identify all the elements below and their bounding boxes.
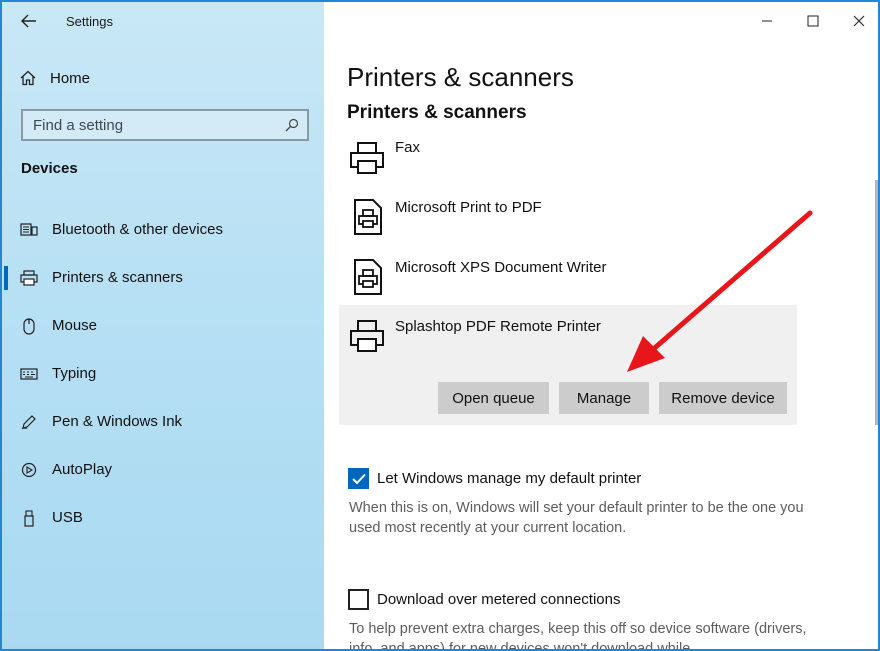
sidebar-item-label: AutoPlay	[52, 461, 113, 478]
sidebar-item-bluetooth[interactable]: Bluetooth & other devices	[2, 214, 324, 246]
mouse-icon	[20, 317, 38, 335]
sidebar: Settings Home Find a setting Devices Blu…	[2, 2, 324, 649]
sidebar-item-autoplay[interactable]: AutoPlay	[2, 454, 324, 486]
default-printer-checkbox-row[interactable]: Let Windows manage my default printer	[348, 468, 641, 489]
printer-name: Microsoft XPS Document Writer	[395, 259, 607, 276]
back-arrow-icon	[21, 14, 36, 28]
sidebar-item-label: Pen & Windows Ink	[52, 413, 183, 430]
open-queue-button[interactable]: Open queue	[438, 382, 549, 414]
section-heading: Printers & scanners	[347, 102, 527, 123]
sidebar-item-label: USB	[52, 509, 83, 526]
metered-label: Download over metered connections	[377, 591, 621, 608]
printer-name: Splashtop PDF Remote Printer	[395, 318, 601, 335]
scrollbar[interactable]	[875, 180, 878, 425]
close-button[interactable]	[836, 2, 878, 40]
default-printer-description: When this is on, Windows will set your d…	[349, 500, 804, 536]
content-pane: Printers & scanners Printers & scanners …	[324, 2, 878, 651]
title-bar: Settings	[2, 2, 324, 42]
printer-item-splashtop[interactable]: Splashtop PDF Remote Printer Open queue …	[339, 305, 797, 425]
sidebar-item-label: Printers & scanners	[52, 269, 183, 286]
printer-icon	[350, 142, 384, 174]
search-icon	[277, 118, 307, 132]
usb-icon	[20, 509, 38, 527]
sidebar-item-printers[interactable]: Printers & scanners	[2, 262, 324, 294]
checkmark-icon	[351, 473, 366, 484]
app-title: Settings	[66, 14, 113, 29]
bluetooth-devices-icon	[20, 221, 38, 239]
search-input[interactable]: Find a setting	[21, 109, 309, 141]
close-icon	[853, 15, 865, 27]
document-printer-icon	[354, 259, 382, 295]
printer-item-print-to-pdf[interactable]: Microsoft Print to PDF	[339, 193, 797, 253]
page-title: Printers & scanners	[347, 62, 574, 92]
printer-name: Fax	[395, 139, 421, 156]
printer-icon	[20, 269, 38, 287]
sidebar-item-label: Mouse	[52, 317, 98, 334]
maximize-button[interactable]	[790, 2, 836, 40]
printer-item-xps-writer[interactable]: Microsoft XPS Document Writer	[339, 253, 797, 313]
back-button[interactable]	[16, 10, 42, 32]
section-title: Devices	[21, 160, 78, 177]
metered-checkbox[interactable]	[348, 589, 369, 610]
sidebar-item-label: Bluetooth & other devices	[52, 221, 223, 238]
sidebar-item-usb[interactable]: USB	[2, 502, 324, 534]
home-label: Home	[50, 69, 91, 87]
metered-checkbox-row[interactable]: Download over metered connections	[348, 589, 620, 610]
remove-device-button[interactable]: Remove device	[659, 382, 787, 414]
sidebar-item-mouse[interactable]: Mouse	[2, 310, 324, 342]
printer-name: Microsoft Print to PDF	[395, 199, 542, 216]
window-controls	[744, 2, 878, 40]
search-placeholder: Find a setting	[33, 116, 124, 134]
sidebar-item-pen[interactable]: Pen & Windows Ink	[2, 406, 324, 438]
keyboard-icon	[20, 365, 38, 383]
settings-window: Settings Home Find a setting Devices Blu…	[0, 0, 880, 651]
maximize-icon	[807, 15, 819, 27]
home-icon	[20, 70, 36, 86]
pen-icon	[20, 413, 38, 431]
sidebar-item-typing[interactable]: Typing	[2, 358, 324, 390]
sidebar-item-label: Typing	[52, 365, 97, 382]
minimize-icon	[762, 20, 772, 22]
autoplay-icon	[20, 461, 38, 479]
default-printer-checkbox[interactable]	[348, 468, 369, 489]
minimize-button[interactable]	[744, 2, 790, 40]
manage-button[interactable]: Manage	[559, 382, 649, 414]
printer-item-fax[interactable]: Fax	[339, 133, 797, 193]
metered-description: To help prevent extra charges, keep this…	[349, 621, 807, 651]
document-printer-icon	[354, 199, 382, 235]
printer-icon	[350, 320, 384, 352]
sidebar-item-home[interactable]: Home	[20, 66, 90, 90]
default-printer-label: Let Windows manage my default printer	[377, 470, 642, 487]
